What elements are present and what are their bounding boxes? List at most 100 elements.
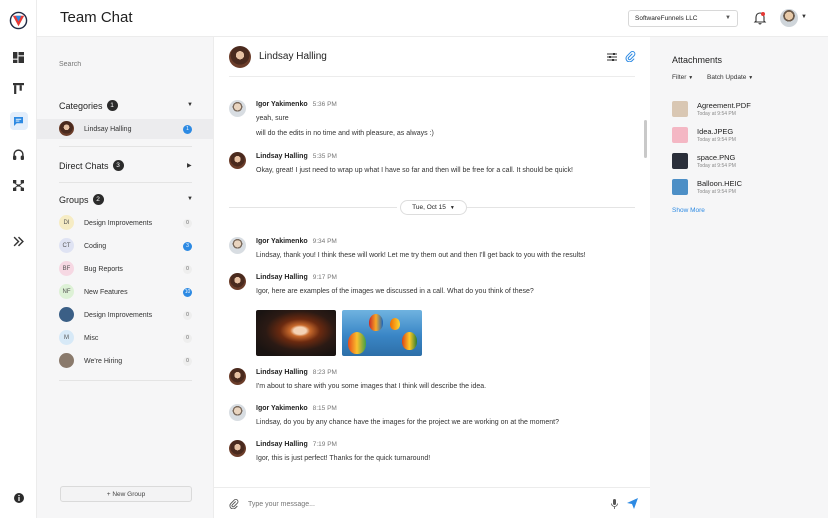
message-author: Igor Yakimenko 8:15 PM bbox=[256, 405, 337, 412]
divider bbox=[229, 76, 635, 77]
user-avatar[interactable] bbox=[780, 9, 798, 27]
message-author-name: Lindsay Halling bbox=[256, 369, 308, 376]
group-item[interactable]: DI Design Improvements 0 bbox=[37, 213, 213, 233]
group-item[interactable]: BF Bug Reports 0 bbox=[37, 259, 213, 279]
message-text: yeah, sure bbox=[256, 115, 289, 122]
attachment-clip-icon[interactable] bbox=[625, 51, 636, 62]
group-item-label: New Features bbox=[84, 288, 128, 296]
batch-update-dropdown[interactable]: Batch Update ▼ bbox=[707, 74, 753, 81]
message-time: 5:35 PM bbox=[312, 153, 337, 160]
avatar[interactable] bbox=[229, 237, 246, 254]
group-avatar bbox=[59, 307, 74, 322]
chat-nav-icon[interactable] bbox=[0, 111, 37, 131]
new-group-button[interactable]: + New Group bbox=[60, 486, 192, 502]
avatar[interactable] bbox=[229, 404, 246, 421]
message-author-name: Igor Yakimenko bbox=[256, 101, 308, 108]
chat-panel: Lindsay Halling Igor Yakimenko 5:36 PM yea… bbox=[214, 37, 650, 518]
group-item[interactable]: M Misc 0 bbox=[37, 328, 213, 348]
group-item[interactable]: Design Improvements 0 bbox=[37, 305, 213, 325]
message-time: 7:19 PM bbox=[312, 441, 337, 448]
attachments-title: Attachments bbox=[672, 55, 723, 65]
unread-badge: 0 bbox=[183, 218, 192, 228]
avatar[interactable] bbox=[229, 152, 246, 169]
avatar[interactable] bbox=[229, 368, 246, 385]
group-avatar bbox=[59, 353, 74, 368]
attachment-item[interactable]: space.PNG Today at 9:54 PM bbox=[672, 151, 812, 171]
message-author-name: Lindsay Halling bbox=[256, 441, 308, 448]
microphone-icon[interactable] bbox=[610, 499, 619, 509]
categories-count: 1 bbox=[106, 100, 118, 111]
unread-badge: 10 bbox=[183, 287, 192, 297]
left-rail bbox=[0, 0, 37, 518]
group-item[interactable]: CT Coding 3 bbox=[37, 236, 213, 256]
kanban-icon[interactable] bbox=[0, 78, 37, 98]
file-name: Balloon.HEIC bbox=[697, 179, 743, 188]
attachment-item[interactable]: Agreement.PDF Today at 9:54 PM bbox=[672, 99, 812, 119]
scrollbar[interactable] bbox=[644, 120, 647, 158]
attachment-item[interactable]: Idea.JPEG Today at 9:54 PM bbox=[672, 125, 812, 145]
file-date: Today at 9:54 PM bbox=[697, 189, 736, 195]
info-icon[interactable] bbox=[0, 488, 37, 508]
avatar[interactable] bbox=[229, 46, 251, 68]
file-name: Idea.JPEG bbox=[697, 127, 734, 136]
file-date: Today at 9:54 PM bbox=[697, 111, 736, 117]
shared-image-balloons[interactable] bbox=[342, 310, 422, 356]
message-input[interactable] bbox=[248, 497, 598, 511]
divider bbox=[59, 380, 192, 381]
filter-dropdown[interactable]: Filter ▼ bbox=[672, 74, 693, 81]
group-item-label: Design Improvements bbox=[84, 311, 153, 319]
group-item[interactable]: NF New Features 10 bbox=[37, 282, 213, 302]
show-more-link[interactable]: Show More bbox=[672, 207, 705, 214]
shared-image-swirl[interactable] bbox=[256, 310, 336, 356]
file-thumbnail bbox=[672, 127, 688, 143]
chat-sidebar: Categories 1 ▼ Lindsay Halling 1 Direct … bbox=[37, 37, 214, 518]
groups-label: Groups bbox=[59, 194, 89, 205]
message-author: Lindsay Halling 9:17 PM bbox=[256, 274, 337, 281]
expand-icon[interactable] bbox=[0, 231, 37, 251]
search-input[interactable] bbox=[59, 58, 199, 70]
batch-update-label: Batch Update bbox=[707, 74, 747, 81]
message-text: Lindsay, thank you! I think these will w… bbox=[256, 252, 586, 259]
group-item-label: Design Improvements bbox=[84, 219, 153, 227]
attach-file-icon[interactable] bbox=[229, 499, 239, 509]
chevron-right-icon[interactable]: ▶ bbox=[187, 162, 192, 169]
message-author: Igor Yakimenko 9:34 PM bbox=[256, 238, 337, 245]
categories-header[interactable]: Categories 1 bbox=[59, 100, 118, 111]
group-avatar: BF bbox=[59, 261, 74, 276]
dashboard-icon[interactable] bbox=[0, 47, 37, 67]
category-item[interactable]: Lindsay Halling 1 bbox=[37, 119, 213, 139]
company-select[interactable]: SoftwareFunnels LLC ▼ bbox=[628, 10, 738, 27]
attachment-item[interactable]: Balloon.HEIC Today at 9:54 PM bbox=[672, 177, 812, 197]
file-name: Agreement.PDF bbox=[697, 101, 751, 110]
message-author-name: Lindsay Halling bbox=[256, 274, 308, 281]
hierarchy-icon[interactable] bbox=[0, 175, 37, 195]
groups-header[interactable]: Groups 2 bbox=[59, 194, 104, 205]
attachments-panel: Attachments Filter ▼ Batch Update ▼ Agre… bbox=[650, 37, 828, 518]
avatar[interactable] bbox=[229, 100, 246, 117]
direct-chats-count: 3 bbox=[112, 160, 124, 171]
chevron-down-icon[interactable]: ▼ bbox=[187, 102, 193, 108]
date-separator[interactable]: Tue, Oct 15 ▼ bbox=[400, 200, 467, 215]
group-avatar: M bbox=[59, 330, 74, 345]
headphones-icon[interactable] bbox=[0, 144, 37, 164]
logo-icon[interactable] bbox=[0, 8, 37, 32]
group-item[interactable]: We're Hiring 0 bbox=[37, 351, 213, 371]
chevron-down-icon: ▼ bbox=[725, 15, 731, 21]
message-text: I'm about to share with you some images … bbox=[256, 383, 487, 390]
chat-contact-name[interactable]: Lindsay Halling bbox=[259, 51, 327, 62]
direct-chats-header[interactable]: Direct Chats 3 bbox=[59, 160, 124, 171]
group-avatar: NF bbox=[59, 284, 74, 299]
avatar[interactable] bbox=[229, 440, 246, 457]
chevron-down-icon[interactable]: ▼ bbox=[187, 196, 193, 202]
page-title: Team Chat bbox=[60, 9, 133, 26]
message-time: 5:36 PM bbox=[312, 101, 337, 108]
divider bbox=[229, 207, 397, 208]
send-icon[interactable] bbox=[627, 498, 638, 509]
settings-sliders-icon[interactable] bbox=[607, 52, 617, 62]
avatar[interactable] bbox=[229, 273, 246, 290]
message-time: 9:34 PM bbox=[312, 238, 337, 245]
chat-header: Lindsay Halling bbox=[214, 37, 650, 77]
date-separator-label: Tue, Oct 15 bbox=[412, 204, 446, 211]
user-menu-caret-icon[interactable]: ▼ bbox=[801, 14, 807, 20]
file-thumbnail bbox=[672, 153, 688, 169]
